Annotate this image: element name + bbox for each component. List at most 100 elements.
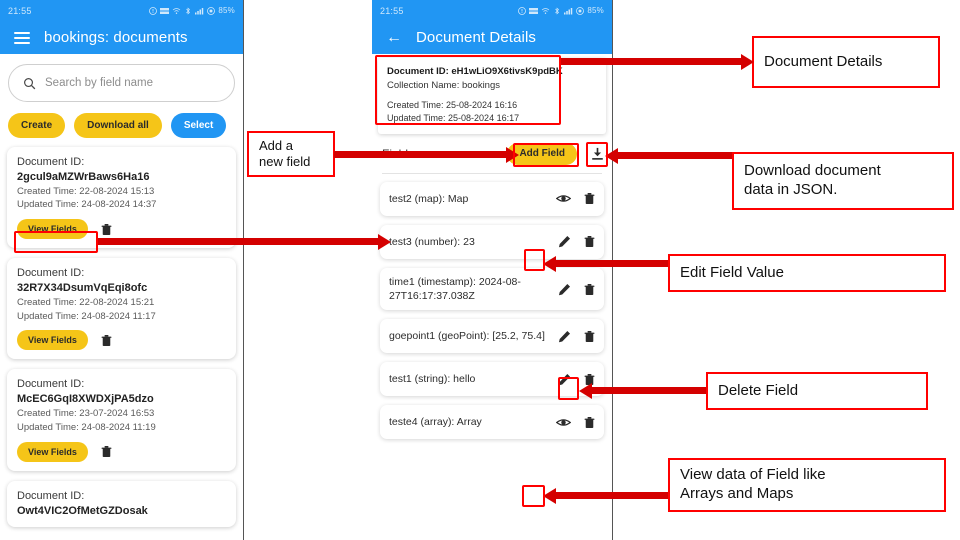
status-time: 21:55 [8,5,32,16]
signal-icon [195,7,204,14]
status-bar-left: 21:55 85% [0,0,243,21]
document-id-value: Owt4VIC2OfMetGZDosak [17,504,148,517]
view-fields-button[interactable]: View Fields [17,441,88,462]
data-speed-icon [160,7,170,14]
document-created: Created Time: 22-08-2024 15:13 [17,185,155,197]
wifi-icon [542,7,550,14]
callout-edit-field-value: Edit Field Value [668,254,946,292]
search-placeholder: Search by field name [45,77,154,89]
field-text: goepoint1 (geoPoint): [25.2, 75.4] [389,330,545,343]
info-document-id: Document ID: eH1wLiO9X6tivsK9pdBK [387,66,563,77]
view-fields-button[interactable]: View Fields [17,219,88,240]
field-text: teste4 (array): Array [389,416,482,429]
arrowhead-document-details [741,53,754,70]
document-id-value: McEC6GqI8XWDXjPA5dzo [17,393,154,406]
trash-icon[interactable] [101,223,112,236]
card-actions: View Fields [17,330,226,351]
fields-list: test2 (map): Map test3 (number): 23 time… [372,174,612,440]
battery-circle-icon [207,6,216,15]
trash-icon[interactable] [584,416,595,429]
info-collection-name: Collection Name: bookings [387,80,501,92]
panel-divider-mid [612,0,613,540]
card-actions: View Fields [17,441,226,462]
trash-icon[interactable] [584,283,595,296]
documents-card-list: Document ID: 2gcul9aMZWrBaws6Ha16 Create… [0,138,243,528]
callout-delete-field: Delete Field [706,372,928,410]
field-row[interactable]: goepoint1 (geoPoint): [25.2, 75.4] [380,319,604,354]
field-actions [558,330,595,343]
left-page-title: bookings: documents [44,29,188,46]
info-created-time: Created Time: 25-08-2024 16:16 [387,99,518,110]
trash-icon[interactable] [101,334,112,347]
field-row[interactable]: time1 (timestamp): 2024-08-27T16:17:37.0… [380,267,604,311]
document-id-value: 32R7X34DsumVqEqi8ofc [17,282,148,295]
bluetooth-icon [555,7,560,14]
callout-edit-field-value-text: Edit Field Value [680,263,784,281]
create-button[interactable]: Create [8,113,66,138]
callout-document-details: Document Details [752,36,940,88]
document-details-panel: 21:55 85% ← Document Details Document ID… [372,0,612,540]
wifi-icon [173,7,181,14]
pencil-icon[interactable] [558,373,571,386]
fields-title: Fields [382,146,415,161]
trash-icon[interactable] [101,445,112,458]
document-id-label: Document ID: [17,156,85,168]
callout-download-json: Download document data in JSON. [732,152,954,210]
trash-icon[interactable] [584,235,595,248]
field-actions [558,373,595,386]
card-actions: View Fields [17,219,226,240]
eye-icon[interactable] [556,193,571,204]
select-button[interactable]: Select [170,113,227,138]
add-field-button[interactable]: Add Field [507,142,577,165]
signal-icon [564,7,573,14]
pencil-icon[interactable] [558,235,571,248]
document-updated: Updated Time: 24-08-2024 14:37 [17,199,157,211]
document-id-label: Document ID: [17,489,85,502]
search-input[interactable]: Search by field name [8,64,235,102]
trash-icon[interactable] [584,330,595,343]
status-time: 21:55 [380,5,404,16]
field-row[interactable]: test1 (string): hello [380,362,604,397]
document-id-label: Document ID: [17,378,85,391]
field-text: time1 (timestamp): 2024-08-27T16:17:37.0… [389,275,521,303]
status-icons: 85% [149,6,235,15]
document-card[interactable]: Document ID: 32R7X34DsumVqEqi8ofc Create… [7,258,236,360]
callout-download-json-text: Download document data in JSON. [744,162,881,198]
hamburger-icon[interactable] [14,31,30,44]
field-row[interactable]: test3 (number): 23 [380,224,604,259]
arrow-download-json [618,152,732,159]
document-id-value: 2gcul9aMZWrBaws6Ha16 [17,170,150,183]
battery-percent: 85% [587,6,604,15]
left-app-bar: bookings: documents [0,21,243,54]
callout-add-new-field-text: Add a new field [259,137,311,169]
mid-app-bar: ← Document Details [372,21,612,54]
pencil-icon[interactable] [558,283,571,296]
document-card[interactable]: Document ID: 2gcul9aMZWrBaws6Ha16 Create… [7,147,236,249]
battery-percent: 85% [218,6,235,15]
data-speed-icon [529,7,539,14]
document-updated: Updated Time: 24-08-2024 11:17 [17,310,156,322]
trash-icon[interactable] [584,192,595,205]
field-actions [556,192,595,205]
pencil-icon[interactable] [558,330,571,343]
trash-icon[interactable] [584,373,595,386]
field-text: test1 (string): hello [389,373,476,386]
document-card[interactable]: Document ID: Owt4VIC2OfMetGZDosak [7,480,236,528]
document-card[interactable]: Document ID: McEC6GqI8XWDXjPA5dzo Create… [7,369,236,471]
download-icon[interactable] [591,147,604,161]
status-bar-mid: 21:55 85% [372,0,612,21]
view-fields-button[interactable]: View Fields [17,330,88,351]
document-updated: Updated Time: 24-08-2024 11:19 [17,421,156,433]
screenshot-root: 21:55 85% bookings: documents Search by … [0,0,960,540]
field-row[interactable]: teste4 (array): Array [380,405,604,440]
field-row[interactable]: test2 (map): Map [380,181,604,216]
callout-delete-field-text: Delete Field [718,381,799,399]
download-all-button[interactable]: Download all [74,113,162,138]
callout-add-new-field: Add a new field [247,131,335,177]
info-updated-time: Updated Time: 25-08-2024 16:17 [387,113,520,124]
panel-divider-left [243,0,244,540]
search-section: Search by field name [0,54,243,102]
eye-icon[interactable] [556,417,571,428]
back-arrow-icon[interactable]: ← [386,29,402,46]
fields-header: Fields Add Field [372,134,612,165]
